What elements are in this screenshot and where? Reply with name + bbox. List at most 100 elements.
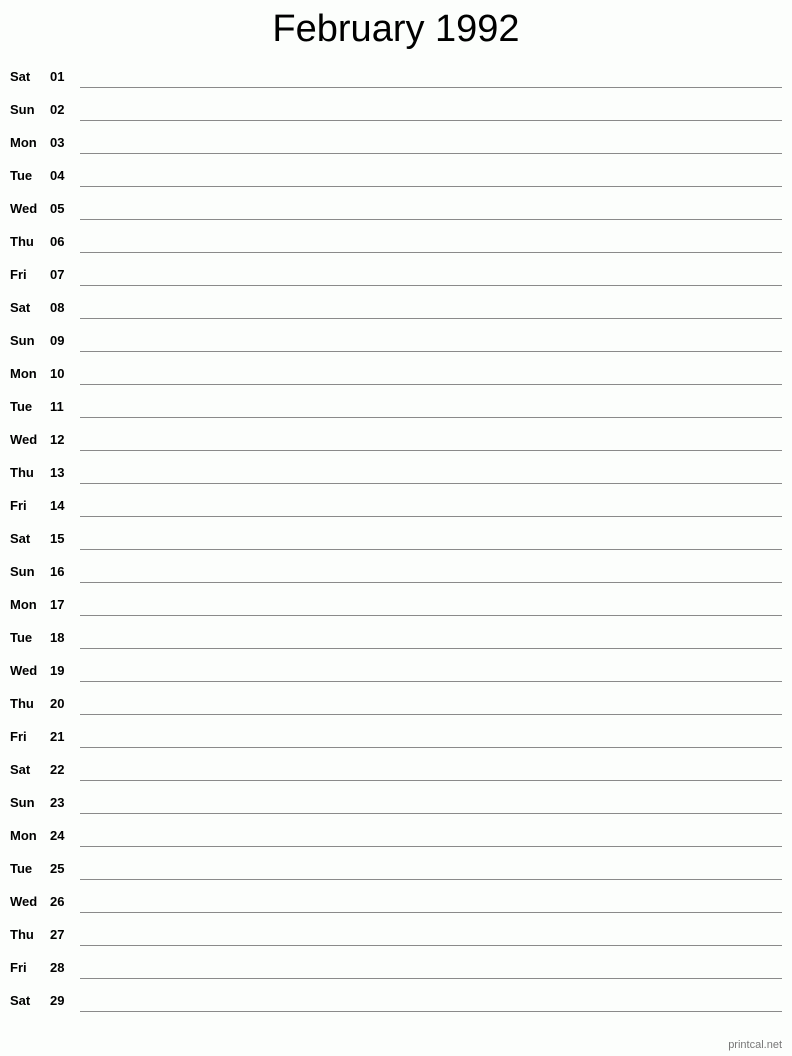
- writing-line: [80, 912, 782, 913]
- day-number: 12: [50, 432, 65, 447]
- day-row: Mon 10: [0, 357, 792, 390]
- writing-line: [80, 87, 782, 88]
- day-row: Tue 18: [0, 621, 792, 654]
- day-row: Sat 22: [0, 753, 792, 786]
- day-of-week: Tue: [10, 861, 33, 876]
- day-of-week: Sat: [10, 300, 31, 315]
- day-number: 26: [50, 894, 65, 909]
- day-of-week: Sat: [10, 69, 31, 84]
- day-of-week: Wed: [10, 894, 38, 909]
- day-of-week: Wed: [10, 201, 38, 216]
- day-number: 01: [50, 69, 65, 84]
- day-row: Tue 04: [0, 159, 792, 192]
- day-row: Mon 17: [0, 588, 792, 621]
- day-row: Wed 05: [0, 192, 792, 225]
- footer-credit: printcal.net: [728, 1039, 782, 1051]
- day-row: Fri 21: [0, 720, 792, 753]
- writing-line: [80, 417, 782, 418]
- day-row: Wed 12: [0, 423, 792, 456]
- day-of-week: Tue: [10, 168, 33, 183]
- day-row: Thu 27: [0, 918, 792, 951]
- day-number: 04: [50, 168, 65, 183]
- writing-line: [80, 219, 782, 220]
- day-number: 17: [50, 597, 65, 612]
- day-of-week: Thu: [10, 696, 34, 711]
- day-of-week: Mon: [10, 366, 37, 381]
- page-title: February 1992: [272, 8, 520, 50]
- day-number: 22: [50, 762, 65, 777]
- day-number: 27: [50, 927, 65, 942]
- day-of-week: Mon: [10, 135, 37, 150]
- writing-line: [80, 120, 782, 121]
- day-row: Wed 26: [0, 885, 792, 918]
- day-number: 02: [50, 102, 65, 117]
- day-of-week: Sun: [10, 102, 35, 117]
- day-row: Mon 03: [0, 126, 792, 159]
- day-number: 05: [50, 201, 65, 216]
- writing-line: [80, 1011, 782, 1012]
- day-of-week: Thu: [10, 234, 34, 249]
- day-number: 14: [50, 498, 65, 513]
- day-number: 21: [50, 729, 65, 744]
- writing-line: [80, 285, 782, 286]
- day-of-week: Mon: [10, 828, 37, 843]
- day-of-week: Mon: [10, 597, 37, 612]
- day-of-week: Sat: [10, 531, 31, 546]
- day-row: Fri 28: [0, 951, 792, 984]
- day-of-week: Sun: [10, 333, 35, 348]
- writing-line: [80, 153, 782, 154]
- day-row: Sat 15: [0, 522, 792, 555]
- day-number: 10: [50, 366, 65, 381]
- day-row: Mon 24: [0, 819, 792, 852]
- day-row: Sun 16: [0, 555, 792, 588]
- day-row: Thu 20: [0, 687, 792, 720]
- day-number: 07: [50, 267, 65, 282]
- writing-line: [80, 681, 782, 682]
- day-number: 15: [50, 531, 65, 546]
- writing-line: [80, 549, 782, 550]
- writing-line: [80, 714, 782, 715]
- day-of-week: Sun: [10, 564, 35, 579]
- day-of-week: Fri: [10, 960, 27, 975]
- writing-line: [80, 747, 782, 748]
- day-number: 29: [50, 993, 65, 1008]
- day-of-week: Tue: [10, 630, 33, 645]
- writing-line: [80, 252, 782, 253]
- day-row: Wed 19: [0, 654, 792, 687]
- day-number: 18: [50, 630, 65, 645]
- day-row: Thu 13: [0, 456, 792, 489]
- writing-line: [80, 450, 782, 451]
- writing-line: [80, 483, 782, 484]
- writing-line: [80, 945, 782, 946]
- day-number: 11: [50, 399, 64, 414]
- day-number: 03: [50, 135, 65, 150]
- day-of-week: Sat: [10, 762, 31, 777]
- writing-line: [80, 648, 782, 649]
- writing-line: [80, 582, 782, 583]
- writing-line: [80, 186, 782, 187]
- day-number: 16: [50, 564, 65, 579]
- day-of-week: Wed: [10, 432, 38, 447]
- day-of-week: Sat: [10, 993, 31, 1008]
- day-row: Fri 07: [0, 258, 792, 291]
- day-of-week: Tue: [10, 399, 33, 414]
- day-of-week: Fri: [10, 267, 27, 282]
- day-number: 08: [50, 300, 65, 315]
- day-row: Sun 02: [0, 93, 792, 126]
- writing-line: [80, 516, 782, 517]
- day-row: Tue 25: [0, 852, 792, 885]
- day-number: 28: [50, 960, 65, 975]
- day-row: Sat 01: [0, 60, 792, 93]
- day-number: 24: [50, 828, 65, 843]
- day-of-week: Fri: [10, 729, 27, 744]
- day-of-week: Thu: [10, 927, 34, 942]
- writing-line: [80, 780, 782, 781]
- day-row: Sun 09: [0, 324, 792, 357]
- writing-line: [80, 978, 782, 979]
- writing-line: [80, 846, 782, 847]
- day-number: 19: [50, 663, 65, 678]
- day-of-week: Wed: [10, 663, 38, 678]
- day-of-week: Fri: [10, 498, 27, 513]
- day-number: 09: [50, 333, 65, 348]
- day-row: Sat 29: [0, 984, 792, 1017]
